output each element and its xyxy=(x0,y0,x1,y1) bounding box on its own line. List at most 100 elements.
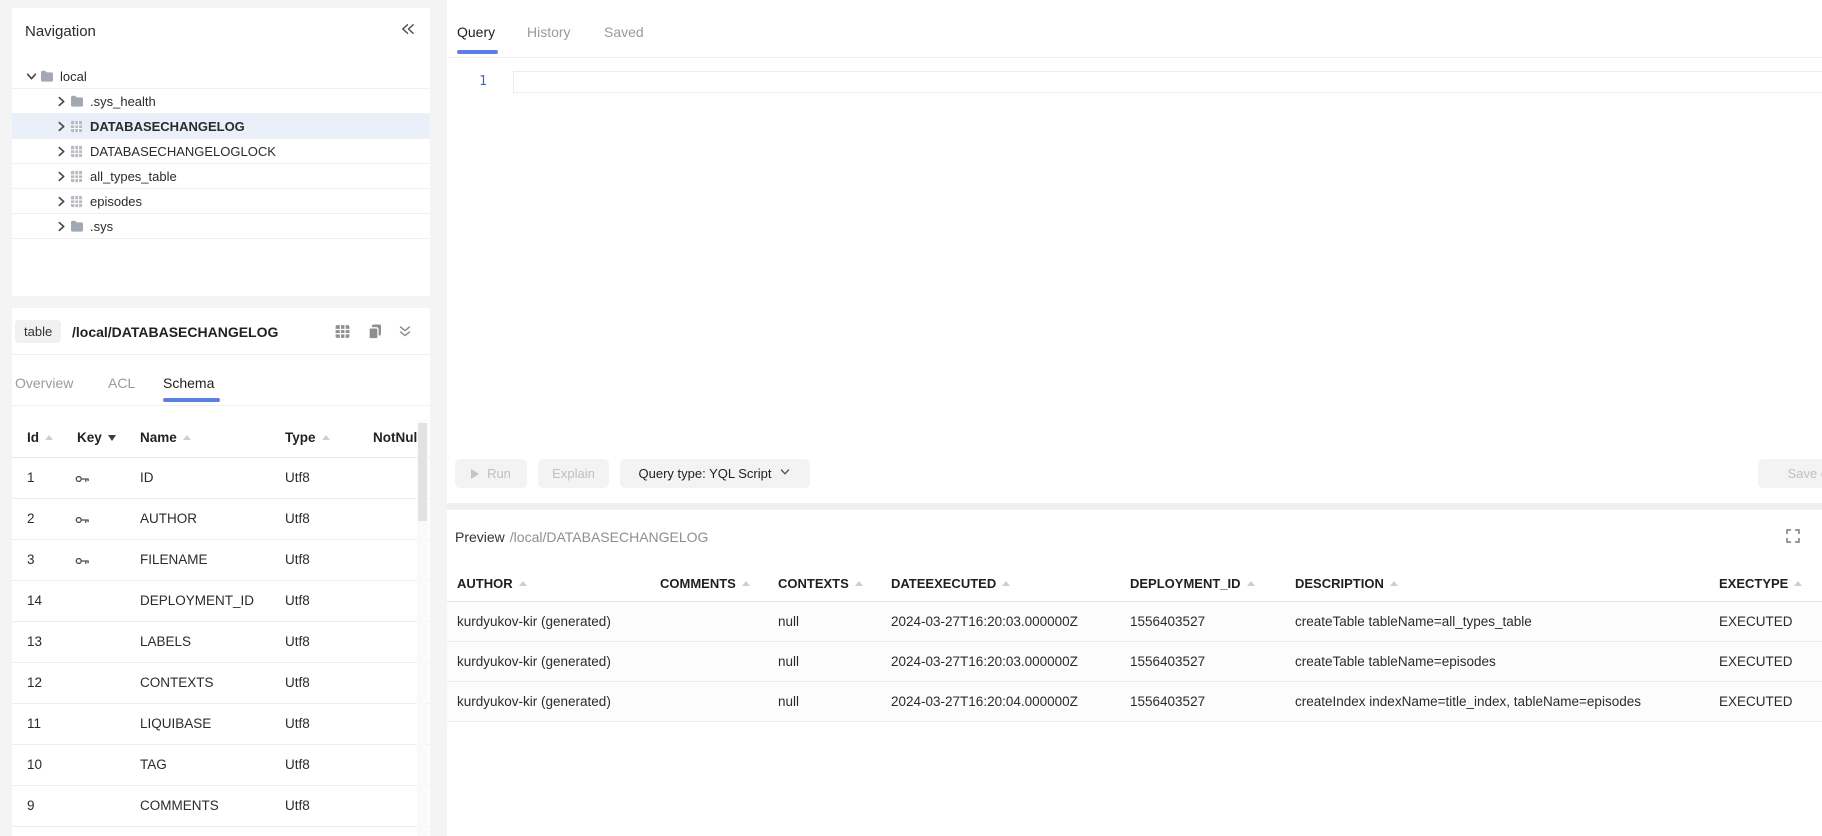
sort-asc-icon xyxy=(1794,581,1802,586)
tree-item-label: all_types_table xyxy=(90,169,177,184)
column-header-notnull[interactable]: NotNull xyxy=(373,430,421,445)
folder-icon xyxy=(70,95,90,107)
save-query-button[interactable]: Save query xyxy=(1758,459,1822,488)
cell-name: COMMENTS xyxy=(140,798,219,813)
cell-type: Utf8 xyxy=(285,511,310,526)
table-row: 11 LIQUIBASE Utf8 xyxy=(12,704,430,745)
explain-button[interactable]: Explain xyxy=(538,459,609,488)
key-icon xyxy=(75,554,90,569)
sort-asc-icon xyxy=(519,581,527,586)
cell-id: 3 xyxy=(27,552,35,567)
tree-item-sys[interactable]: .sys xyxy=(12,214,430,239)
cell-name: AUTHOR xyxy=(140,511,197,526)
cell-dateexecuted: 2024-03-27T16:20:03.000000Z xyxy=(891,614,1130,629)
chevron-right-icon[interactable] xyxy=(52,96,70,107)
tab-history[interactable]: History xyxy=(527,24,571,40)
tree-item-sys-health[interactable]: .sys_health xyxy=(12,89,430,114)
cell-author: kurdyukov-kir (generated) xyxy=(457,694,660,709)
table-row: 9 COMMENTS Utf8 xyxy=(12,786,430,827)
cell-description: createTable tableName=episodes xyxy=(1295,654,1719,669)
column-header-key[interactable]: Key xyxy=(77,430,116,445)
chevron-down-icon[interactable] xyxy=(22,71,40,82)
tab-overview[interactable]: Overview xyxy=(15,375,73,391)
cell-description: createIndex indexName=title_index, table… xyxy=(1295,694,1719,709)
tab-acl[interactable]: ACL xyxy=(108,375,135,391)
table-row: 14 DEPLOYMENT_ID Utf8 xyxy=(12,581,430,622)
chevron-right-icon[interactable] xyxy=(52,221,70,232)
column-header-author[interactable]: AUTHOR xyxy=(457,576,660,591)
cell-contexts: null xyxy=(778,654,891,669)
entity-path: /local/DATABASECHANGELOG xyxy=(72,324,278,340)
fullscreen-button[interactable] xyxy=(1783,528,1803,548)
preview-path: /local/DATABASECHANGELOG xyxy=(510,529,709,545)
run-button[interactable]: Run xyxy=(455,459,527,488)
cell-type: Utf8 xyxy=(285,716,310,731)
column-header-dateexecuted[interactable]: DATEEXECUTED xyxy=(891,576,1130,591)
column-header-deployment-id[interactable]: DEPLOYMENT_ID xyxy=(1130,576,1295,591)
schema-table-header: Id Key Name Type NotNull xyxy=(12,418,430,458)
column-header-name[interactable]: Name xyxy=(140,430,191,445)
query-type-select[interactable]: Query type: YQL Script xyxy=(620,459,810,488)
chevron-right-icon[interactable] xyxy=(52,121,70,132)
column-header-type[interactable]: Type xyxy=(285,430,330,445)
navigation-title: Navigation xyxy=(25,23,96,40)
chevron-right-icon[interactable] xyxy=(52,171,70,182)
expand-info-button[interactable] xyxy=(396,325,414,343)
sort-asc-icon xyxy=(183,435,191,440)
double-chevron-left-icon xyxy=(400,22,415,41)
schema-scrollbar[interactable] xyxy=(417,420,428,836)
table-row: kurdyukov-kir (generated) null 2024-03-2… xyxy=(447,642,1822,682)
sort-asc-icon xyxy=(1002,581,1010,586)
column-header-description[interactable]: DESCRIPTION xyxy=(1295,576,1719,591)
cell-id: 14 xyxy=(27,593,42,608)
collapse-panel-button[interactable] xyxy=(398,22,416,40)
cell-dateexecuted: 2024-03-27T16:20:03.000000Z xyxy=(891,654,1130,669)
tab-schema[interactable]: Schema xyxy=(163,375,214,391)
tab-saved[interactable]: Saved xyxy=(604,24,644,40)
cell-id: 9 xyxy=(27,798,35,813)
tab-query[interactable]: Query xyxy=(457,24,495,40)
tree-item-all-types-table[interactable]: all_types_table xyxy=(12,164,430,189)
object-info-panel: table /local/DATABASECHANGELOG Overview … xyxy=(12,308,430,836)
cell-type: Utf8 xyxy=(285,675,310,690)
tree-item-label: episodes xyxy=(90,194,142,209)
table-row: 13 LABELS Utf8 xyxy=(12,622,430,663)
table-row: 2 AUTHOR Utf8 xyxy=(12,499,430,540)
sort-asc-icon xyxy=(1247,581,1255,586)
left-region: Navigation local .sys_health DATABASECHA… xyxy=(0,0,447,836)
divider xyxy=(12,405,430,406)
tree-item-databasechangeloglock[interactable]: DATABASECHANGELOGLOCK xyxy=(12,139,430,164)
cell-type: Utf8 xyxy=(285,757,310,772)
key-icon xyxy=(75,472,90,487)
column-header-exectype[interactable]: EXECTYPE xyxy=(1719,576,1822,591)
chevron-right-icon[interactable] xyxy=(52,196,70,207)
column-header-comments[interactable]: COMMENTS xyxy=(660,576,778,591)
cell-id: 12 xyxy=(27,675,42,690)
sort-asc-icon xyxy=(855,581,863,586)
chevron-right-icon[interactable] xyxy=(52,146,70,157)
tree-item-label: DATABASECHANGELOGLOCK xyxy=(90,144,276,159)
cell-contexts: null xyxy=(778,614,891,629)
cell-name: DEPLOYMENT_ID xyxy=(140,593,254,608)
table-icon xyxy=(70,145,90,158)
key-icon xyxy=(75,513,90,528)
cell-type: Utf8 xyxy=(285,593,310,608)
open-preview-button[interactable] xyxy=(333,325,351,343)
cell-id: 2 xyxy=(27,511,35,526)
tree-item-databasechangelog[interactable]: DATABASECHANGELOG xyxy=(12,114,430,139)
query-panel: Query History Saved 1 Run Explain Query … xyxy=(447,0,1822,836)
copy-path-button[interactable] xyxy=(366,325,384,343)
cell-name: TAG xyxy=(140,757,167,772)
column-header-contexts[interactable]: CONTEXTS xyxy=(778,576,891,591)
tree-item-episodes[interactable]: episodes xyxy=(12,189,430,214)
sort-asc-icon xyxy=(322,435,330,440)
sort-desc-icon xyxy=(108,435,116,441)
code-editor[interactable]: 1 xyxy=(447,58,1822,452)
query-tab-bar: Query History Saved xyxy=(447,0,1822,58)
table-row: 12 CONTEXTS Utf8 xyxy=(12,663,430,704)
column-header-id[interactable]: Id xyxy=(27,430,53,445)
scrollbar-thumb[interactable] xyxy=(418,423,427,521)
cell-name: ID xyxy=(140,470,154,485)
cell-dateexecuted: 2024-03-27T16:20:04.000000Z xyxy=(891,694,1130,709)
tree-item-local[interactable]: local xyxy=(12,64,430,89)
